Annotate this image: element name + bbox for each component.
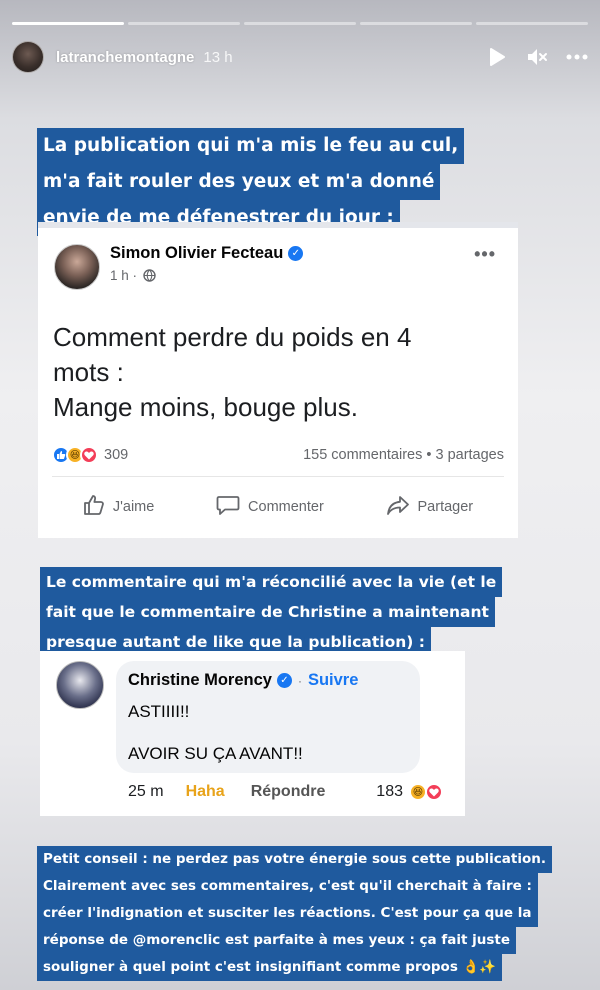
caption-middle: Le commentaire qui m'a réconcilié avec l… bbox=[40, 567, 503, 657]
verified-icon: ✓ bbox=[288, 246, 304, 261]
play-icon[interactable] bbox=[486, 46, 508, 68]
haha-button[interactable]: Haha bbox=[186, 783, 225, 801]
follow-button[interactable]: Suivre bbox=[308, 671, 358, 690]
caption-line: souligner à quel point c'est insignifian… bbox=[37, 954, 503, 981]
caption-line: Le commentaire qui m'a réconcilié avec l… bbox=[40, 567, 503, 597]
comment-author-avatar[interactable] bbox=[56, 661, 104, 709]
story-progress bbox=[12, 22, 588, 25]
post-author[interactable]: Simon Olivier Fecteau ✓ bbox=[110, 244, 304, 263]
reaction-count[interactable]: 309 bbox=[104, 447, 128, 463]
comment-reaction-count: 183 bbox=[376, 783, 403, 800]
post-actions: J'aime Commenter Partager bbox=[52, 494, 504, 520]
reply-button[interactable]: Répondre bbox=[251, 783, 326, 801]
thumbs-up-icon bbox=[83, 494, 105, 520]
caption-line: Petit conseil : ne perdez pas votre éner… bbox=[37, 846, 552, 873]
progress-segment bbox=[476, 22, 588, 25]
separator-dot: · bbox=[297, 673, 302, 688]
caption-line: m'a fait rouler des yeux et m'a donné bbox=[37, 164, 441, 200]
comment-author-name[interactable]: Christine Morency bbox=[128, 671, 272, 690]
share-label: Partager bbox=[417, 499, 474, 515]
caption-bottom: Petit conseil : ne perdez pas votre éner… bbox=[37, 846, 552, 981]
post-header: Simon Olivier Fecteau ✓ 1 h · bbox=[54, 244, 304, 290]
username[interactable]: latranchemontagne bbox=[56, 49, 194, 66]
comment-time: 25 m bbox=[128, 783, 164, 800]
post-author-avatar[interactable] bbox=[54, 244, 100, 290]
story-controls bbox=[486, 46, 588, 68]
post-text-line: mots : bbox=[53, 357, 124, 387]
comment-line: ASTIIII!! bbox=[128, 702, 190, 721]
post-stats: 😆 309 155 commentaires • 3 partages bbox=[52, 446, 504, 464]
like-label: J'aime bbox=[112, 499, 155, 515]
progress-segment bbox=[360, 22, 472, 25]
story-header: latranchemontagne 13 h bbox=[12, 40, 588, 74]
post-text-line: Comment perdre du poids en 4 bbox=[53, 322, 412, 352]
comment-button[interactable]: Commenter bbox=[216, 494, 324, 520]
comment-reactions[interactable]: 183 😆 bbox=[376, 783, 443, 801]
share-icon bbox=[386, 494, 410, 520]
caption-top: La publication qui m'a mis le feu au cul… bbox=[37, 128, 465, 236]
story-time: 13 h bbox=[203, 48, 233, 66]
divider bbox=[52, 476, 504, 477]
verified-icon: ✓ bbox=[276, 673, 292, 688]
progress-segment bbox=[128, 22, 240, 25]
love-reaction-icon bbox=[425, 783, 443, 801]
more-icon[interactable] bbox=[566, 46, 588, 68]
facebook-comment: Christine Morency ✓ · Suivre ASTIIII!! A… bbox=[40, 651, 465, 816]
caption-line: La publication qui m'a mis le feu au cul… bbox=[37, 128, 465, 164]
caption-line: réponse de @morenclic est parfaite à mes… bbox=[37, 927, 516, 954]
caption-line: créer l'indignation et susciter les réac… bbox=[37, 900, 538, 927]
mute-icon[interactable] bbox=[526, 46, 548, 68]
reaction-icons[interactable]: 😆 bbox=[52, 446, 98, 464]
comment-actions: 25 m Haha Répondre 183 😆 bbox=[128, 783, 443, 801]
progress-fill bbox=[12, 22, 124, 25]
comment-bubble: Christine Morency ✓ · Suivre ASTIIII!! A… bbox=[116, 661, 420, 773]
post-text: Comment perdre du poids en 4 mots : Mang… bbox=[53, 320, 498, 425]
comment-text: ASTIIII!! AVOIR SU ÇA AVANT!! bbox=[128, 698, 408, 768]
comments-shares-count[interactable]: 155 commentaires • 3 partages bbox=[303, 447, 504, 463]
progress-segment bbox=[12, 22, 124, 25]
post-author-name[interactable]: Simon Olivier Fecteau bbox=[110, 244, 283, 263]
post-text-line: Mange moins, bouge plus. bbox=[53, 392, 358, 422]
like-button[interactable]: J'aime bbox=[83, 494, 154, 520]
facebook-post: Simon Olivier Fecteau ✓ 1 h · ••• Commen… bbox=[38, 222, 518, 538]
post-time: 1 h · bbox=[110, 268, 303, 283]
post-time-text: 1 h · bbox=[110, 268, 138, 283]
comment-line: AVOIR SU ÇA AVANT!! bbox=[128, 744, 303, 763]
caption-line: Clairement avec ses commentaires, c'est … bbox=[37, 873, 538, 900]
comment-icon bbox=[216, 494, 240, 520]
progress-segment bbox=[244, 22, 356, 25]
profile-avatar[interactable] bbox=[12, 41, 44, 73]
caption-line: fait que le commentaire de Christine a m… bbox=[40, 597, 495, 627]
comment-label: Commenter bbox=[248, 499, 324, 515]
share-button[interactable]: Partager bbox=[386, 494, 474, 520]
globe-icon bbox=[143, 269, 156, 282]
love-reaction-icon bbox=[80, 446, 98, 464]
comment-header: Christine Morency ✓ · Suivre bbox=[128, 671, 408, 690]
post-more-icon[interactable]: ••• bbox=[474, 244, 496, 265]
